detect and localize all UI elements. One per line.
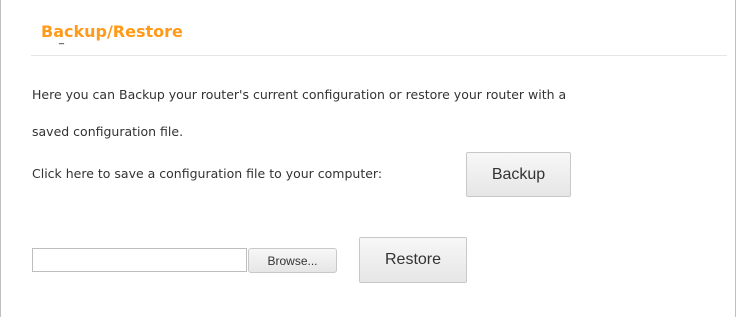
description-line-2: saved configuration file.	[32, 124, 184, 139]
backup-button[interactable]: Backup	[466, 152, 571, 197]
title-divider	[31, 55, 727, 56]
section-title: Backup/Restore	[41, 22, 183, 41]
restore-button[interactable]: Restore	[359, 237, 467, 283]
save-prompt-label: Click here to save a configuration file …	[32, 166, 383, 181]
backup-restore-panel: Backup/Restore ‾ Here you can Backup you…	[0, 0, 736, 317]
config-file-input[interactable]	[32, 248, 247, 272]
description-line-1: Here you can Backup your router's curren…	[32, 87, 567, 102]
mouse-cursor-icon: ‾	[59, 43, 64, 54]
browse-button[interactable]: Browse...	[248, 248, 337, 273]
